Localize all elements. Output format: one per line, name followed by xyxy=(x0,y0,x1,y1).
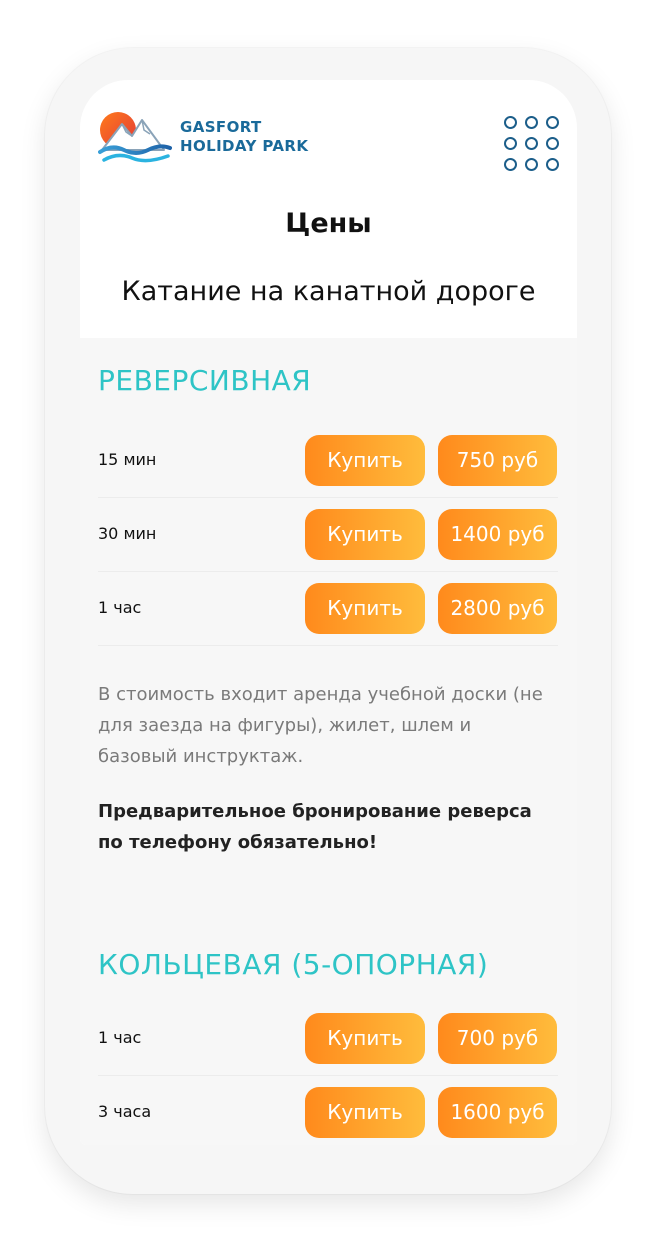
buy-button[interactable]: Купить xyxy=(305,1013,425,1064)
row-duration: 1 час xyxy=(98,598,142,617)
page-subtitle: Катание на канатной дороге xyxy=(121,276,536,307)
menu-dot xyxy=(504,137,517,150)
price-button[interactable]: 1400 руб xyxy=(438,509,557,560)
price-button[interactable]: 2800 руб xyxy=(438,583,557,634)
row-duration: 30 мин xyxy=(98,524,157,543)
menu-dot xyxy=(546,158,559,171)
screen: GASFORT HOLIDAY PARK Цены Катание на кан… xyxy=(80,80,577,1145)
price-row: 30 мин Купить 1400 руб xyxy=(98,497,558,572)
price-row: 15 мин Купить 750 руб xyxy=(98,423,558,498)
price-button[interactable]: 750 руб xyxy=(438,435,557,486)
buy-button[interactable]: Купить xyxy=(305,509,425,560)
brand-line-1: GASFORT xyxy=(180,118,262,136)
row-duration: 15 мин xyxy=(98,450,157,469)
buy-button[interactable]: Купить xyxy=(305,583,425,634)
brand-logo[interactable]: GASFORT HOLIDAY PARK xyxy=(98,110,308,164)
price-button[interactable]: 1600 руб xyxy=(438,1087,557,1138)
menu-dot xyxy=(504,158,517,171)
included-note: В стоимость входит аренда учебной доски … xyxy=(98,684,543,767)
menu-dot xyxy=(546,116,559,129)
row-duration: 1 час xyxy=(98,1028,142,1047)
row-duration: 3 часа xyxy=(98,1102,152,1121)
dots-grid-icon[interactable] xyxy=(504,116,560,172)
prices-panel: РЕВЕРСИВНАЯ 15 мин Купить 750 руб 30 мин… xyxy=(80,338,577,1145)
menu-dot xyxy=(525,158,538,171)
menu-dot xyxy=(504,116,517,129)
header: GASFORT HOLIDAY PARK xyxy=(80,80,577,200)
mountain-sun-wave-logo-icon xyxy=(98,112,172,163)
buy-button[interactable]: Купить xyxy=(305,435,425,486)
section-title-reversive: РЕВЕРСИВНАЯ xyxy=(98,364,312,397)
price-button[interactable]: 700 руб xyxy=(438,1013,557,1064)
menu-dot xyxy=(525,137,538,150)
booking-warning: Предварительное бронирование реверса по … xyxy=(98,801,532,853)
buy-button[interactable]: Купить xyxy=(305,1087,425,1138)
menu-dot xyxy=(546,137,559,150)
price-row: 1 час Купить 2800 руб xyxy=(98,571,558,646)
menu-dot xyxy=(525,116,538,129)
price-row: 1 час Купить 700 руб xyxy=(98,1001,558,1076)
brand-line-2: HOLIDAY PARK xyxy=(180,137,309,155)
brand-name: GASFORT HOLIDAY PARK xyxy=(180,118,308,156)
section-title-ring: КОЛЬЦЕВАЯ (5-ОПОРНАЯ) xyxy=(98,948,489,981)
page-title: Цены xyxy=(285,208,372,239)
price-row: 3 часа Купить 1600 руб xyxy=(98,1075,558,1145)
